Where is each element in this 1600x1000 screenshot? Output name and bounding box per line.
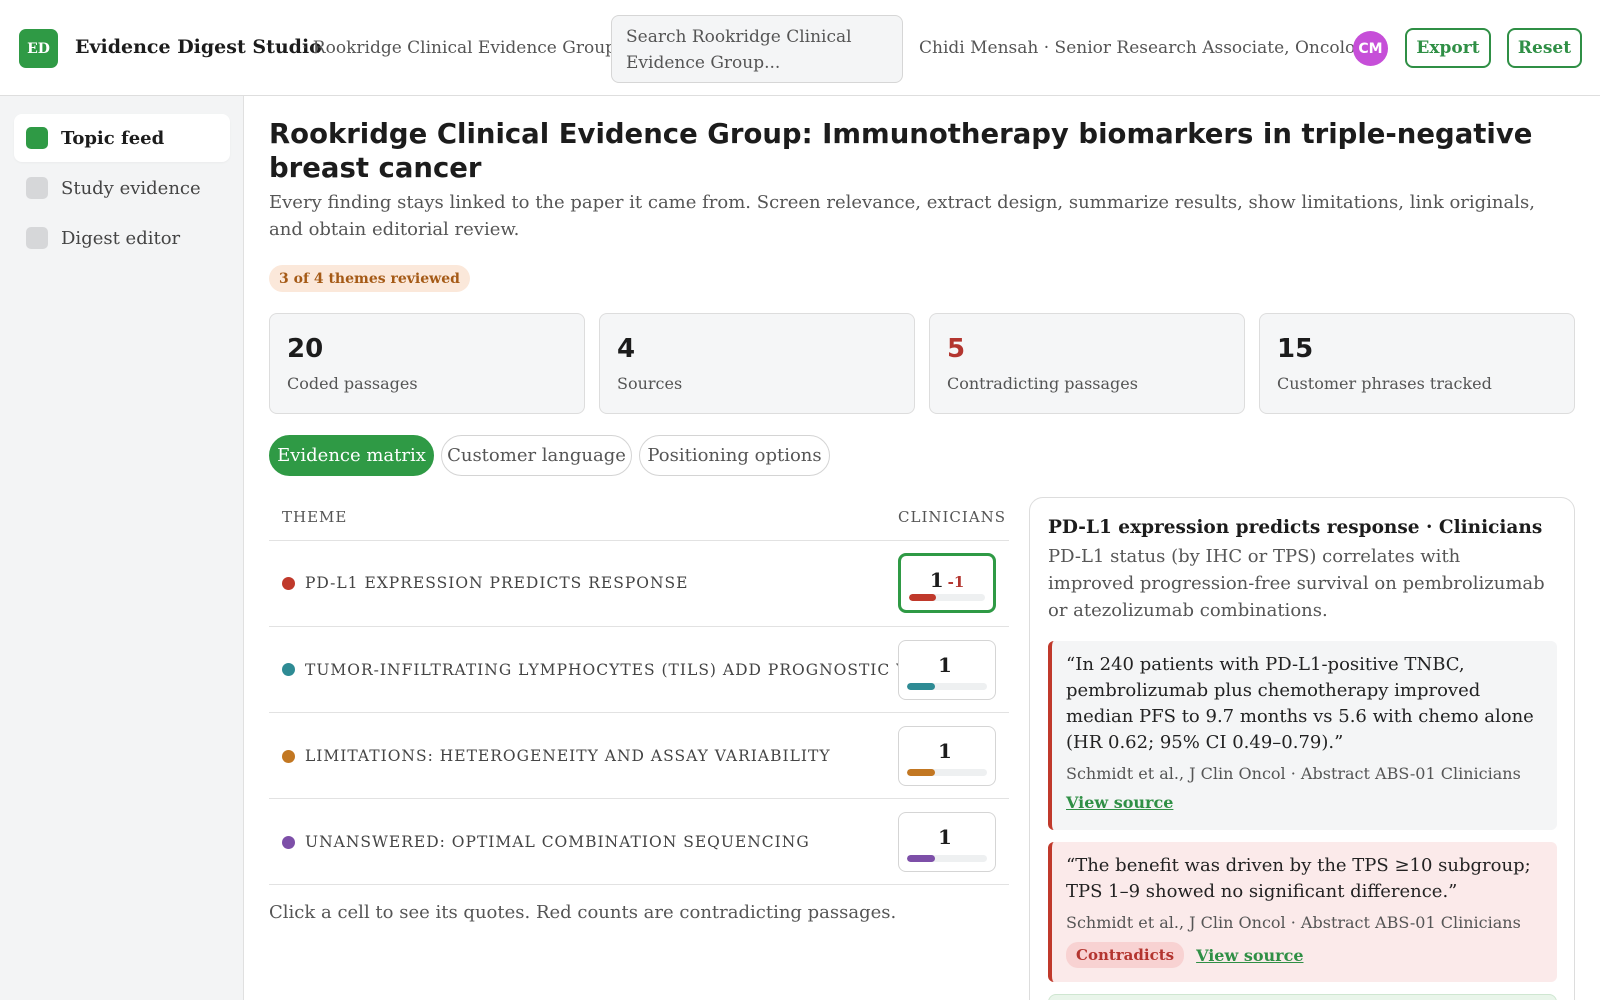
stat-value: 20	[287, 334, 324, 364]
sidebar-item-label: Digest editor	[61, 227, 181, 249]
panel-title: PD-L1 expression predicts response · Cli…	[1048, 517, 1543, 538]
stat-value: 4	[617, 334, 636, 364]
app-title: Evidence Digest Studio	[75, 36, 322, 58]
study-evidence-icon	[26, 177, 48, 199]
column-header-theme: THEME	[282, 508, 348, 526]
view-source-link[interactable]: View source	[1066, 793, 1173, 812]
matrix-cell[interactable]: 1	[898, 812, 996, 872]
quote-text: “In 240 patients with PD-L1-positive TNB…	[1066, 654, 1534, 753]
cell-bar-fill	[909, 594, 936, 601]
cell-bar	[907, 855, 987, 862]
matrix-cell[interactable]: 1 -1	[898, 553, 996, 613]
cell-bar-fill	[907, 683, 935, 690]
app-logo: ED	[19, 29, 58, 68]
sidebar-item-study-evidence[interactable]: Study evidence	[14, 164, 230, 212]
theme-label: LIMITATIONS: HETEROGENEITY AND ASSAY VAR…	[305, 747, 831, 765]
stat-label: Contradicting passages	[947, 374, 1138, 393]
stat-card-sources: 4 Sources	[599, 313, 915, 414]
matrix-cell[interactable]: 1	[898, 726, 996, 786]
review-status-badge: 3 of 4 themes reviewed	[269, 265, 470, 292]
row-divider	[269, 712, 1009, 713]
theme-label: UNANSWERED: OPTIMAL COMBINATION SEQUENCI…	[305, 833, 810, 851]
tab-customer-language[interactable]: Customer language	[441, 435, 632, 476]
cell-bar	[909, 594, 985, 601]
tab-positioning-options[interactable]: Positioning options	[639, 435, 830, 476]
row-divider	[269, 540, 1009, 541]
quote-detail-panel: PD-L1 expression predicts response · Cli…	[1029, 497, 1575, 1000]
app-header: ED Evidence Digest Studio · Rookridge Cl…	[0, 0, 1600, 96]
cell-count: 1	[929, 568, 944, 592]
stat-card-coded-passages: 20 Coded passages	[269, 313, 585, 414]
org-name: · Rookridge Clinical Evidence Group	[302, 38, 617, 58]
theme-color-dot	[282, 750, 295, 763]
quote-text: “The benefit was driven by the TPS ≥10 s…	[1066, 855, 1531, 902]
matrix-cell[interactable]: 1	[898, 640, 996, 700]
row-divider	[269, 798, 1009, 799]
theme-color-dot	[282, 663, 295, 676]
quote-citation: Schmidt et al., J Clin Oncol · Abstract …	[1066, 764, 1521, 783]
stat-label: Coded passages	[287, 374, 418, 393]
export-button[interactable]: Export	[1405, 28, 1491, 68]
row-divider	[269, 884, 1009, 885]
digest-editor-icon	[26, 227, 48, 249]
reset-button[interactable]: Reset	[1507, 28, 1582, 68]
column-header-clinicians[interactable]: CLINICIANS	[898, 508, 1006, 526]
cell-count: 1	[938, 739, 952, 763]
topic-feed-icon	[26, 127, 48, 149]
stat-card-customer-phrases: 15 Customer phrases tracked	[1259, 313, 1575, 414]
cell-bar-fill	[907, 769, 935, 776]
matrix-help-text: Click a cell to see its quotes. Red coun…	[269, 902, 897, 923]
theme-color-dot	[282, 577, 295, 590]
theme-color-dot	[282, 836, 295, 849]
page-title: Rookridge Clinical Evidence Group: Immun…	[269, 118, 1533, 184]
cell-contradicting-count: -1	[947, 573, 965, 591]
sidebar-item-topic-feed[interactable]: Topic feed	[14, 114, 230, 162]
search-input[interactable]: Search Rookridge Clinical Evidence Group…	[611, 15, 903, 83]
sidebar: Topic feed Study evidence Digest editor	[0, 96, 244, 1000]
view-source-link[interactable]: View source	[1196, 946, 1303, 965]
page-subtitle: Every finding stays linked to the paper …	[269, 192, 1535, 240]
stat-label: Sources	[617, 374, 683, 393]
cell-count: 1	[938, 653, 952, 677]
cell-bar	[907, 769, 987, 776]
cell-bar-fill	[907, 855, 935, 862]
sidebar-item-digest-editor[interactable]: Digest editor	[14, 214, 230, 262]
contradicts-badge: Contradicts	[1066, 942, 1185, 968]
tab-evidence-matrix[interactable]: Evidence matrix	[269, 435, 434, 476]
quote-card-contradicting: “The benefit was driven by the TPS ≥10 s…	[1048, 842, 1557, 982]
row-divider	[269, 626, 1009, 627]
quote-citation: Schmidt et al., J Clin Oncol · Abstract …	[1066, 913, 1521, 932]
sidebar-item-label: Study evidence	[61, 177, 201, 199]
stat-card-contradicting-passages: 5 Contradicting passages	[929, 313, 1245, 414]
theme-label: PD-L1 EXPRESSION PREDICTS RESPONSE	[305, 574, 689, 592]
avatar[interactable]: CM	[1353, 31, 1388, 66]
quote-card: “In 240 patients with PD-L1-positive TNB…	[1048, 641, 1557, 830]
stat-value: 15	[1277, 334, 1314, 364]
quote-card-partial	[1048, 994, 1557, 1000]
sidebar-item-label: Topic feed	[61, 127, 165, 149]
theme-label: TUMOR-INFILTRATING LYMPHOCYTES (TILS) AD…	[305, 661, 957, 679]
cell-count: 1	[938, 825, 952, 849]
panel-subtitle: PD-L1 status (by IHC or TPS) correlates …	[1048, 546, 1545, 621]
stat-value: 5	[947, 334, 966, 364]
stat-label: Customer phrases tracked	[1277, 374, 1492, 393]
cell-bar	[907, 683, 987, 690]
user-info: Chidi Mensah · Senior Research Associate…	[919, 38, 1376, 58]
